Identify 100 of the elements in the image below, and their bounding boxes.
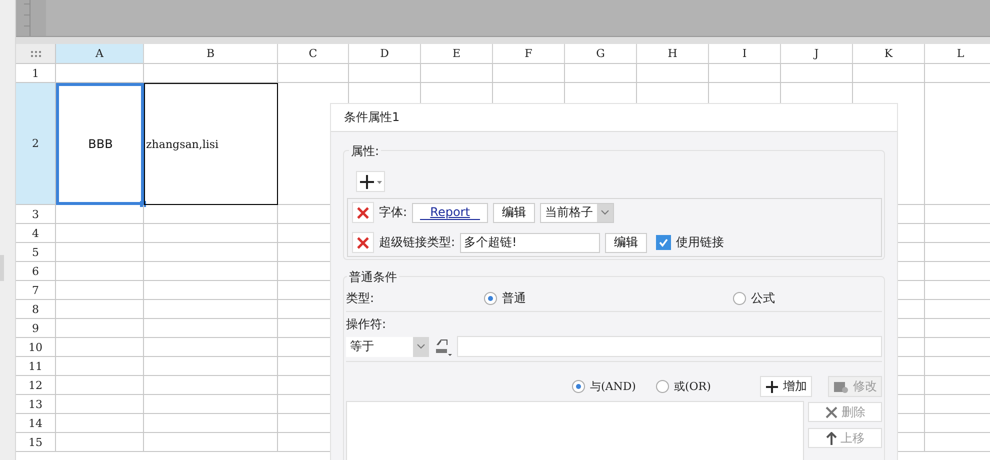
table-cell[interactable] [56,243,144,262]
column-header[interactable]: E [421,44,493,64]
row-header[interactable]: 13 [16,395,56,414]
dialog-title: 条件属性1 [331,104,897,132]
table-cell[interactable] [144,243,278,262]
table-cell[interactable] [144,300,278,319]
table-cell[interactable]: zhangsan,lisi [144,83,278,205]
edit-button[interactable]: 编辑 [493,202,536,222]
table-cell[interactable] [56,205,144,224]
condition-list[interactable] [346,401,804,460]
table-cell[interactable] [637,64,709,83]
column-header[interactable]: I [709,44,781,64]
column-header[interactable]: D [349,44,421,64]
radio-button[interactable] [484,292,497,304]
remove-button[interactable] [352,232,374,253]
column-header[interactable]: J [781,44,853,64]
table-cell[interactable] [56,319,144,338]
table-cell[interactable] [421,64,493,83]
table-cell[interactable] [56,395,144,414]
add-property-button[interactable] [356,171,385,192]
gear-icon [833,380,849,394]
column-header[interactable]: K [853,44,925,64]
up-arrow-icon [826,432,836,444]
type-label: 类型: [346,290,376,306]
row-header[interactable]: 14 [16,414,56,433]
operator-label: 操作符: [346,317,386,331]
row-header[interactable]: 9 [16,319,56,338]
plus-icon [358,174,382,190]
table-cell[interactable] [349,64,421,83]
row-header[interactable]: 3 [16,205,56,224]
table-cell[interactable]: BBB [56,83,144,205]
table-cell[interactable] [144,205,278,224]
table-cell[interactable] [853,64,925,83]
row-header[interactable]: 15 [16,433,56,452]
radio-label: 或(OR) [674,379,711,394]
table-cell[interactable] [144,319,278,338]
table-cell[interactable] [56,433,144,452]
value-field[interactable] [457,336,882,357]
table-cell[interactable] [144,414,278,433]
column-header[interactable]: H [637,44,709,64]
property-label: 字体: [379,204,408,221]
table-cell[interactable] [144,357,278,376]
column-header[interactable]: A [56,44,144,64]
table-cell[interactable] [565,64,637,83]
table-cell[interactable] [144,433,278,452]
remove-button[interactable] [352,202,374,223]
table-cell[interactable] [493,64,565,83]
checkbox-label: 使用链接 [676,234,724,251]
row-header[interactable]: 5 [16,243,56,262]
group-label: 属性: [349,143,382,160]
column-header[interactable]: C [278,44,349,64]
radio-button[interactable] [656,380,669,393]
select-all-icon[interactable] [30,50,42,58]
row-header[interactable]: 6 [16,262,56,281]
table-cell[interactable] [56,357,144,376]
table-cell[interactable] [144,224,278,243]
row-header[interactable]: 1 [16,64,56,83]
table-cell[interactable] [144,395,278,414]
table-cell[interactable] [56,300,144,319]
radio-button[interactable] [572,380,585,393]
table-cell[interactable] [56,414,144,433]
row-header[interactable]: 2 [16,83,56,205]
radio-button[interactable] [733,292,746,304]
row-header[interactable]: 4 [16,224,56,243]
corner-header[interactable] [16,44,56,64]
cross-icon [824,406,838,418]
table-cell[interactable] [56,64,144,83]
scope-dropdown[interactable]: 当前格子 [540,202,614,222]
table-cell[interactable] [56,376,144,395]
close-icon [356,236,370,250]
value-type-icon[interactable] [433,336,453,356]
row-header[interactable]: 11 [16,357,56,376]
row-header[interactable]: 7 [16,281,56,300]
table-cell[interactable] [144,281,278,300]
checkbox[interactable] [656,235,672,250]
table-cell[interactable] [144,338,278,357]
link-type-field[interactable]: 多个超链! [460,232,600,252]
row-header[interactable]: 10 [16,338,56,357]
table-cell[interactable] [56,224,144,243]
column-header[interactable]: F [493,44,565,64]
radio-label: 公式 [751,290,775,306]
column-header[interactable]: G [565,44,637,64]
property-label: 超级链接类型: [379,234,456,251]
font-preview: Report [412,202,488,222]
table-cell[interactable] [144,376,278,395]
chevron-icon [417,344,425,349]
operator-dropdown[interactable]: 等于 [346,336,429,356]
table-cell[interactable] [144,262,278,281]
row-header[interactable]: 8 [16,300,56,319]
table-cell[interactable] [144,64,278,83]
table-cell[interactable] [709,64,781,83]
table-cell[interactable] [56,281,144,300]
edit-button[interactable]: 编辑 [605,232,648,252]
table-cell[interactable] [56,262,144,281]
row-header[interactable]: 12 [16,376,56,395]
add-button[interactable]: 增加 [760,376,812,397]
table-cell[interactable] [781,64,853,83]
column-header[interactable]: B [144,44,278,64]
table-cell[interactable] [56,338,144,357]
table-cell[interactable] [278,64,349,83]
